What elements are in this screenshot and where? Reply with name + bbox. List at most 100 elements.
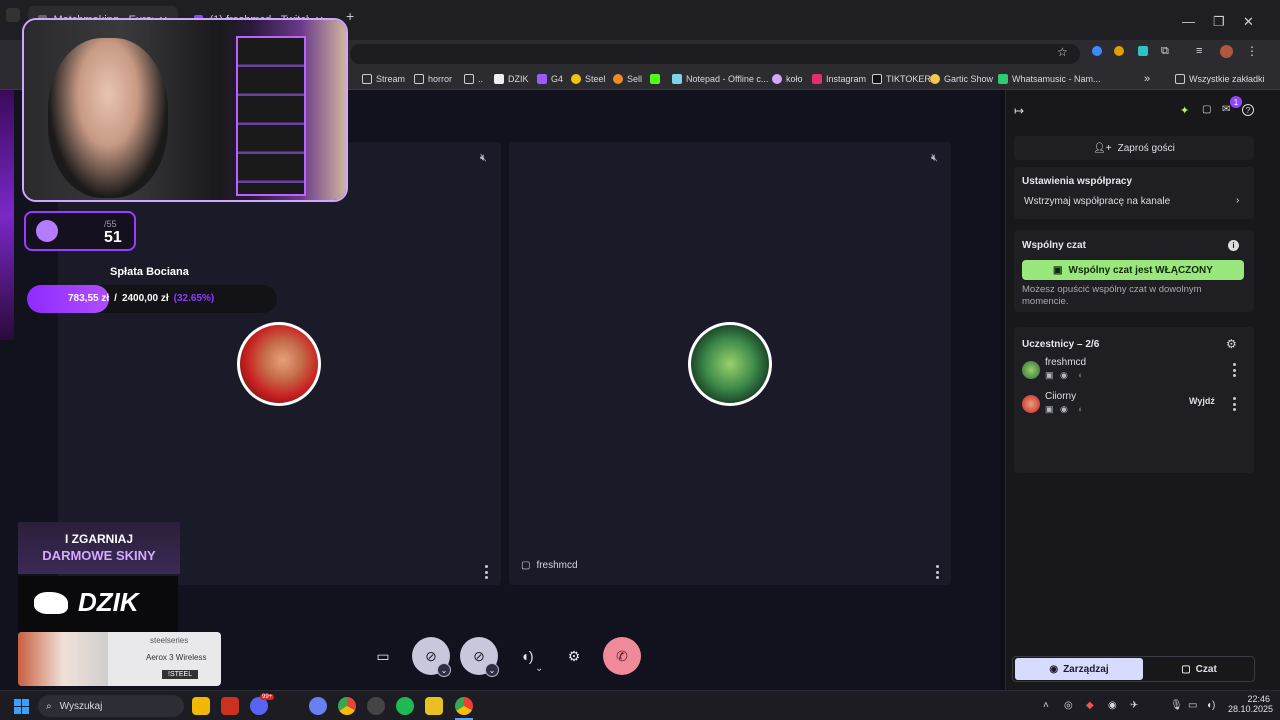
bookmark-notepad[interactable]: Notepad - Offline c... bbox=[672, 71, 768, 87]
leave-call-button[interactable]: ✆ bbox=[603, 637, 641, 675]
steel-icon bbox=[571, 74, 581, 84]
tray-icon[interactable]: ◉ bbox=[1108, 700, 1117, 711]
help-icon[interactable]: ? bbox=[1242, 104, 1254, 116]
camera-options-button[interactable]: ⌄ bbox=[437, 663, 451, 677]
participant-avatar bbox=[237, 322, 321, 406]
promo-line1: I ZGARNIAJ bbox=[64, 532, 133, 546]
goal-values: 783,55 zł / 2400,00 zł (32.65%) bbox=[68, 293, 214, 304]
bookmark-kolo[interactable]: koło bbox=[772, 71, 803, 87]
pause-collab-link[interactable]: Wstrzymaj współpracę na kanale bbox=[1024, 196, 1170, 207]
participant-menu-icon[interactable] bbox=[1231, 363, 1237, 377]
shared-chat-toggle-button[interactable]: ▣ Wspólny czat jest WŁĄCZONY bbox=[1022, 260, 1244, 280]
steel-product: Aerox 3 Wireless bbox=[146, 653, 207, 662]
speaker-icon: ◖ bbox=[1077, 370, 1083, 380]
invite-guests-button[interactable]: 👤︎+ Zaproś gości bbox=[1014, 136, 1254, 160]
tile-menu-icon[interactable] bbox=[483, 565, 489, 579]
chrome-icon[interactable] bbox=[338, 697, 356, 715]
leave-participant-button[interactable]: Wyjdź bbox=[1189, 396, 1215, 406]
app-icon[interactable] bbox=[309, 697, 327, 715]
bookmark-steel[interactable]: Steel bbox=[571, 71, 606, 87]
screen-share-button[interactable]: ▭ bbox=[364, 637, 402, 675]
network-icon[interactable]: ▭ bbox=[1188, 700, 1197, 711]
avatar bbox=[1022, 361, 1040, 379]
streamer-figure bbox=[48, 38, 168, 198]
chat-icon: ▣ bbox=[1045, 370, 1054, 380]
bookmark-tiktoker[interactable]: TIKTOKER bbox=[872, 71, 931, 87]
sidepanel-icon[interactable]: ≡ bbox=[1196, 45, 1202, 57]
chevron-down-icon[interactable]: ⌄ bbox=[535, 663, 543, 674]
extension-icon[interactable] bbox=[1138, 46, 1148, 56]
obs-icon[interactable] bbox=[367, 697, 385, 715]
puzzle-icon[interactable]: ⧉ bbox=[1161, 45, 1169, 58]
tab-chat[interactable]: ▢ Czat bbox=[1145, 658, 1253, 680]
maximize-icon[interactable]: ❐ bbox=[1213, 14, 1225, 30]
mic-options-button[interactable]: ⌄ bbox=[485, 663, 499, 677]
participant-menu-icon[interactable] bbox=[1231, 397, 1237, 411]
collab-side-panel: ↦ ✦ ▢ ✉ 1 ? 👤︎+ Zaproś gości Ustawienia … bbox=[1005, 90, 1280, 690]
extension-icon[interactable] bbox=[1114, 46, 1124, 56]
tray-icon[interactable]: ◎ bbox=[1064, 700, 1073, 711]
close-window-icon[interactable]: ✕ bbox=[1243, 14, 1254, 30]
volume-icon[interactable]: ◖) bbox=[1206, 700, 1215, 711]
monitor-icon: ▭ bbox=[376, 647, 390, 664]
brave-icon[interactable] bbox=[221, 697, 239, 715]
windows-start-icon[interactable] bbox=[12, 697, 30, 715]
extension-icon[interactable] bbox=[1092, 46, 1102, 56]
overlay-side-glow bbox=[0, 90, 14, 340]
bookmark-kick[interactable] bbox=[650, 71, 664, 87]
new-tab-button[interactable]: + bbox=[346, 8, 354, 24]
bookmark-g4[interactable]: G4 bbox=[537, 71, 563, 87]
settings-button[interactable]: ⚙ bbox=[555, 637, 593, 675]
taskbar-search[interactable]: ⌕ Wyszukaj bbox=[38, 695, 184, 717]
bookmark-stream[interactable]: Stream bbox=[362, 71, 405, 87]
sparkle-icon[interactable]: ✦ bbox=[1180, 104, 1189, 117]
browser-menu-icon[interactable]: ⋮ bbox=[1246, 44, 1258, 58]
microphone-icon[interactable]: 🎙︎ bbox=[1170, 700, 1183, 711]
app-icon[interactable] bbox=[425, 697, 443, 715]
tray-icon[interactable]: ✈ bbox=[1130, 700, 1138, 711]
address-bar[interactable] bbox=[350, 44, 1080, 64]
boar-icon bbox=[34, 592, 68, 614]
bookmark-label: Steel bbox=[585, 74, 606, 84]
bookmark-gartic[interactable]: Gartic Show bbox=[930, 71, 993, 87]
clock[interactable]: 22:46 28.10.2025 bbox=[1228, 694, 1273, 714]
chevron-right-icon[interactable]: › bbox=[1236, 195, 1239, 206]
bookmark-whatsamusic[interactable]: Whatsamusic - Nam... bbox=[998, 71, 1101, 87]
more-bookmarks-button[interactable]: » bbox=[1144, 71, 1150, 87]
inbox-icon[interactable]: ✉ bbox=[1222, 104, 1230, 115]
file-explorer-icon[interactable] bbox=[192, 697, 210, 715]
info-icon[interactable]: i bbox=[1228, 240, 1239, 251]
spotify-icon[interactable] bbox=[396, 697, 414, 715]
tab-list-icon[interactable] bbox=[6, 8, 20, 22]
promo-line2: DARMOWE SKINY bbox=[42, 548, 156, 563]
tab-manage[interactable]: ◉ Zarządzaj bbox=[1015, 658, 1143, 680]
webcam-overlay bbox=[22, 18, 348, 202]
bookmark-folder[interactable]: .. bbox=[464, 71, 483, 87]
bookmark-instagram[interactable]: Instagram bbox=[812, 71, 866, 87]
bookmark-dzik[interactable]: DZIK bbox=[494, 71, 529, 87]
bookmark-sell[interactable]: Sell bbox=[613, 71, 642, 87]
broadcast-icon: ◉ bbox=[1049, 663, 1059, 675]
bookmark-horror[interactable]: horror bbox=[414, 71, 452, 87]
profile-avatar[interactable] bbox=[1220, 45, 1233, 58]
chrome-active-icon[interactable] bbox=[455, 697, 473, 715]
collapse-panel-icon[interactable]: ↦ bbox=[1014, 104, 1024, 118]
all-bookmarks-button[interactable]: Wszystkie zakładki bbox=[1175, 71, 1265, 87]
whisper-icon[interactable]: ▢ bbox=[1202, 104, 1211, 115]
gear-icon[interactable]: ⚙ bbox=[1226, 337, 1237, 351]
minimize-icon[interactable]: — bbox=[1182, 14, 1195, 29]
tray-icon[interactable]: ◆ bbox=[1086, 700, 1094, 711]
bookmark-label: Sell bbox=[627, 74, 643, 84]
star-icon[interactable]: ☆ bbox=[1057, 45, 1068, 59]
bookmark-label: Gartic Show bbox=[944, 74, 994, 84]
steelseries-banner: steelseries Aerox 3 Wireless !STEEL bbox=[18, 632, 221, 686]
tray-chevron-icon[interactable]: ˄ bbox=[1043, 700, 1049, 711]
tile-menu-icon[interactable] bbox=[934, 565, 940, 579]
shared-chat-title: Wspólny czat bbox=[1022, 240, 1086, 251]
chat-icon: ▣ bbox=[1045, 404, 1054, 414]
mic-off-icon: ⊘ bbox=[473, 647, 485, 664]
folder-icon bbox=[414, 74, 424, 84]
dzik-logo-text: DZIK bbox=[78, 587, 139, 617]
bookmark-label: G4 bbox=[551, 74, 564, 84]
chat-icon: ▣ bbox=[1053, 264, 1063, 276]
